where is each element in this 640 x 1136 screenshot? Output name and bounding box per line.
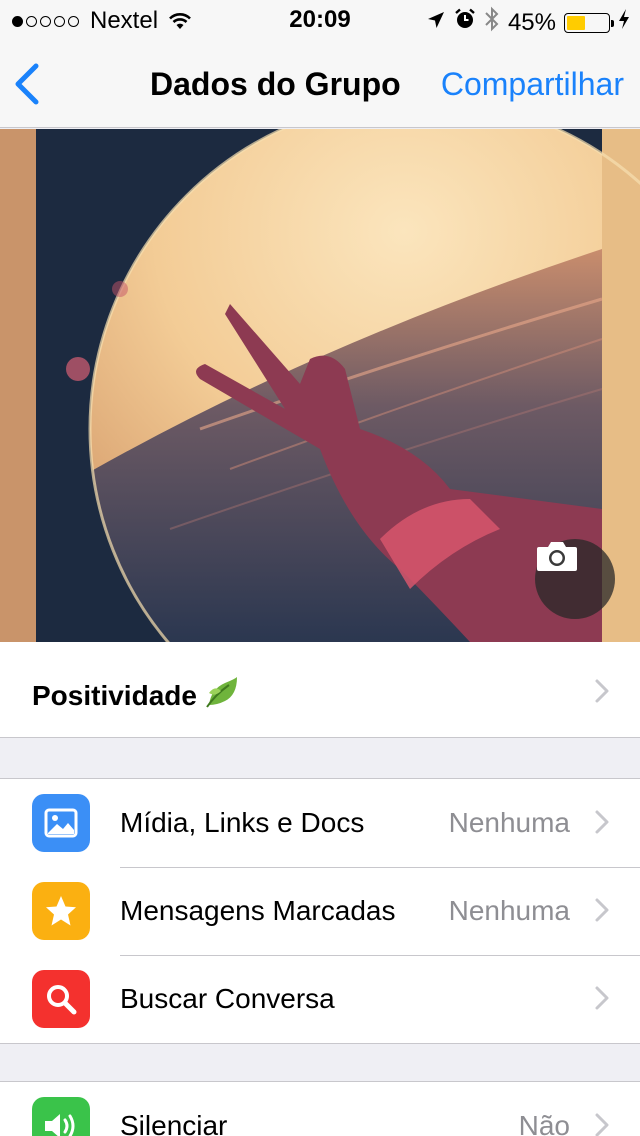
row-mute[interactable]: Silenciar Não [0,1082,640,1136]
speaker-icon [45,1114,75,1136]
alarm-icon [454,8,476,37]
camera-icon [537,542,577,571]
search-icon [47,985,77,1015]
chevron-right-icon [595,1113,609,1136]
group-info-screen: Nextel 20:09 45% Dados do Grupo Comparti… [0,0,640,1136]
starred-messages-label: Mensagens Marcadas [120,895,396,926]
charging-bolt-icon [618,8,630,37]
status-bar: Nextel 20:09 45% [0,0,640,40]
media-links-docs-value: Nenhuma [448,807,570,838]
share-button[interactable]: Compartilhar [441,66,624,103]
battery-percent: 45% [507,8,556,36]
row-starred-messages[interactable]: Mensagens Marcadas Nenhuma [0,867,640,955]
search-icon-tile [32,970,90,1028]
group-name-text: Positividade [32,679,197,711]
bluetooth-icon [484,6,500,39]
search-chat-label: Buscar Conversa [120,983,335,1014]
chevron-right-icon [595,679,609,703]
navigation-bar: Dados do Grupo Compartilhar [0,40,640,128]
photo-icon [44,808,78,838]
group-photo[interactable] [0,129,640,642]
media-icon-tile [32,794,90,852]
battery-icon [564,12,614,33]
row-search-chat[interactable]: Buscar Conversa [0,955,640,1043]
status-right: 45% [418,6,630,39]
chevron-right-icon [595,898,609,922]
location-arrow-icon [426,9,446,37]
row-media-links-docs[interactable]: Mídia, Links e Docs Nenhuma [0,779,640,867]
change-photo-button[interactable] [535,539,615,619]
notification-section: Silenciar Não [0,1081,640,1136]
starred-messages-value: Nenhuma [448,895,570,926]
star-icon [46,896,76,926]
group-name-cell[interactable]: Positividade [0,642,640,738]
chevron-right-icon [595,986,609,1010]
chevron-left-icon [15,63,39,105]
battery-level [567,15,585,30]
chevron-right-icon [595,810,609,834]
group-options-section: Mídia, Links e Docs Nenhuma Mensagens Ma… [0,778,640,1044]
mute-value: Não [518,1110,570,1136]
back-button[interactable] [12,62,52,106]
mute-icon-tile [32,1097,90,1136]
page-title: Dados do Grupo [150,66,401,102]
group-name: Positividade [32,675,239,716]
starred-icon-tile [32,882,90,940]
mute-label: Silenciar [120,1110,228,1136]
media-links-docs-label: Mídia, Links e Docs [120,807,365,838]
leaf-emoji-icon [205,675,239,716]
